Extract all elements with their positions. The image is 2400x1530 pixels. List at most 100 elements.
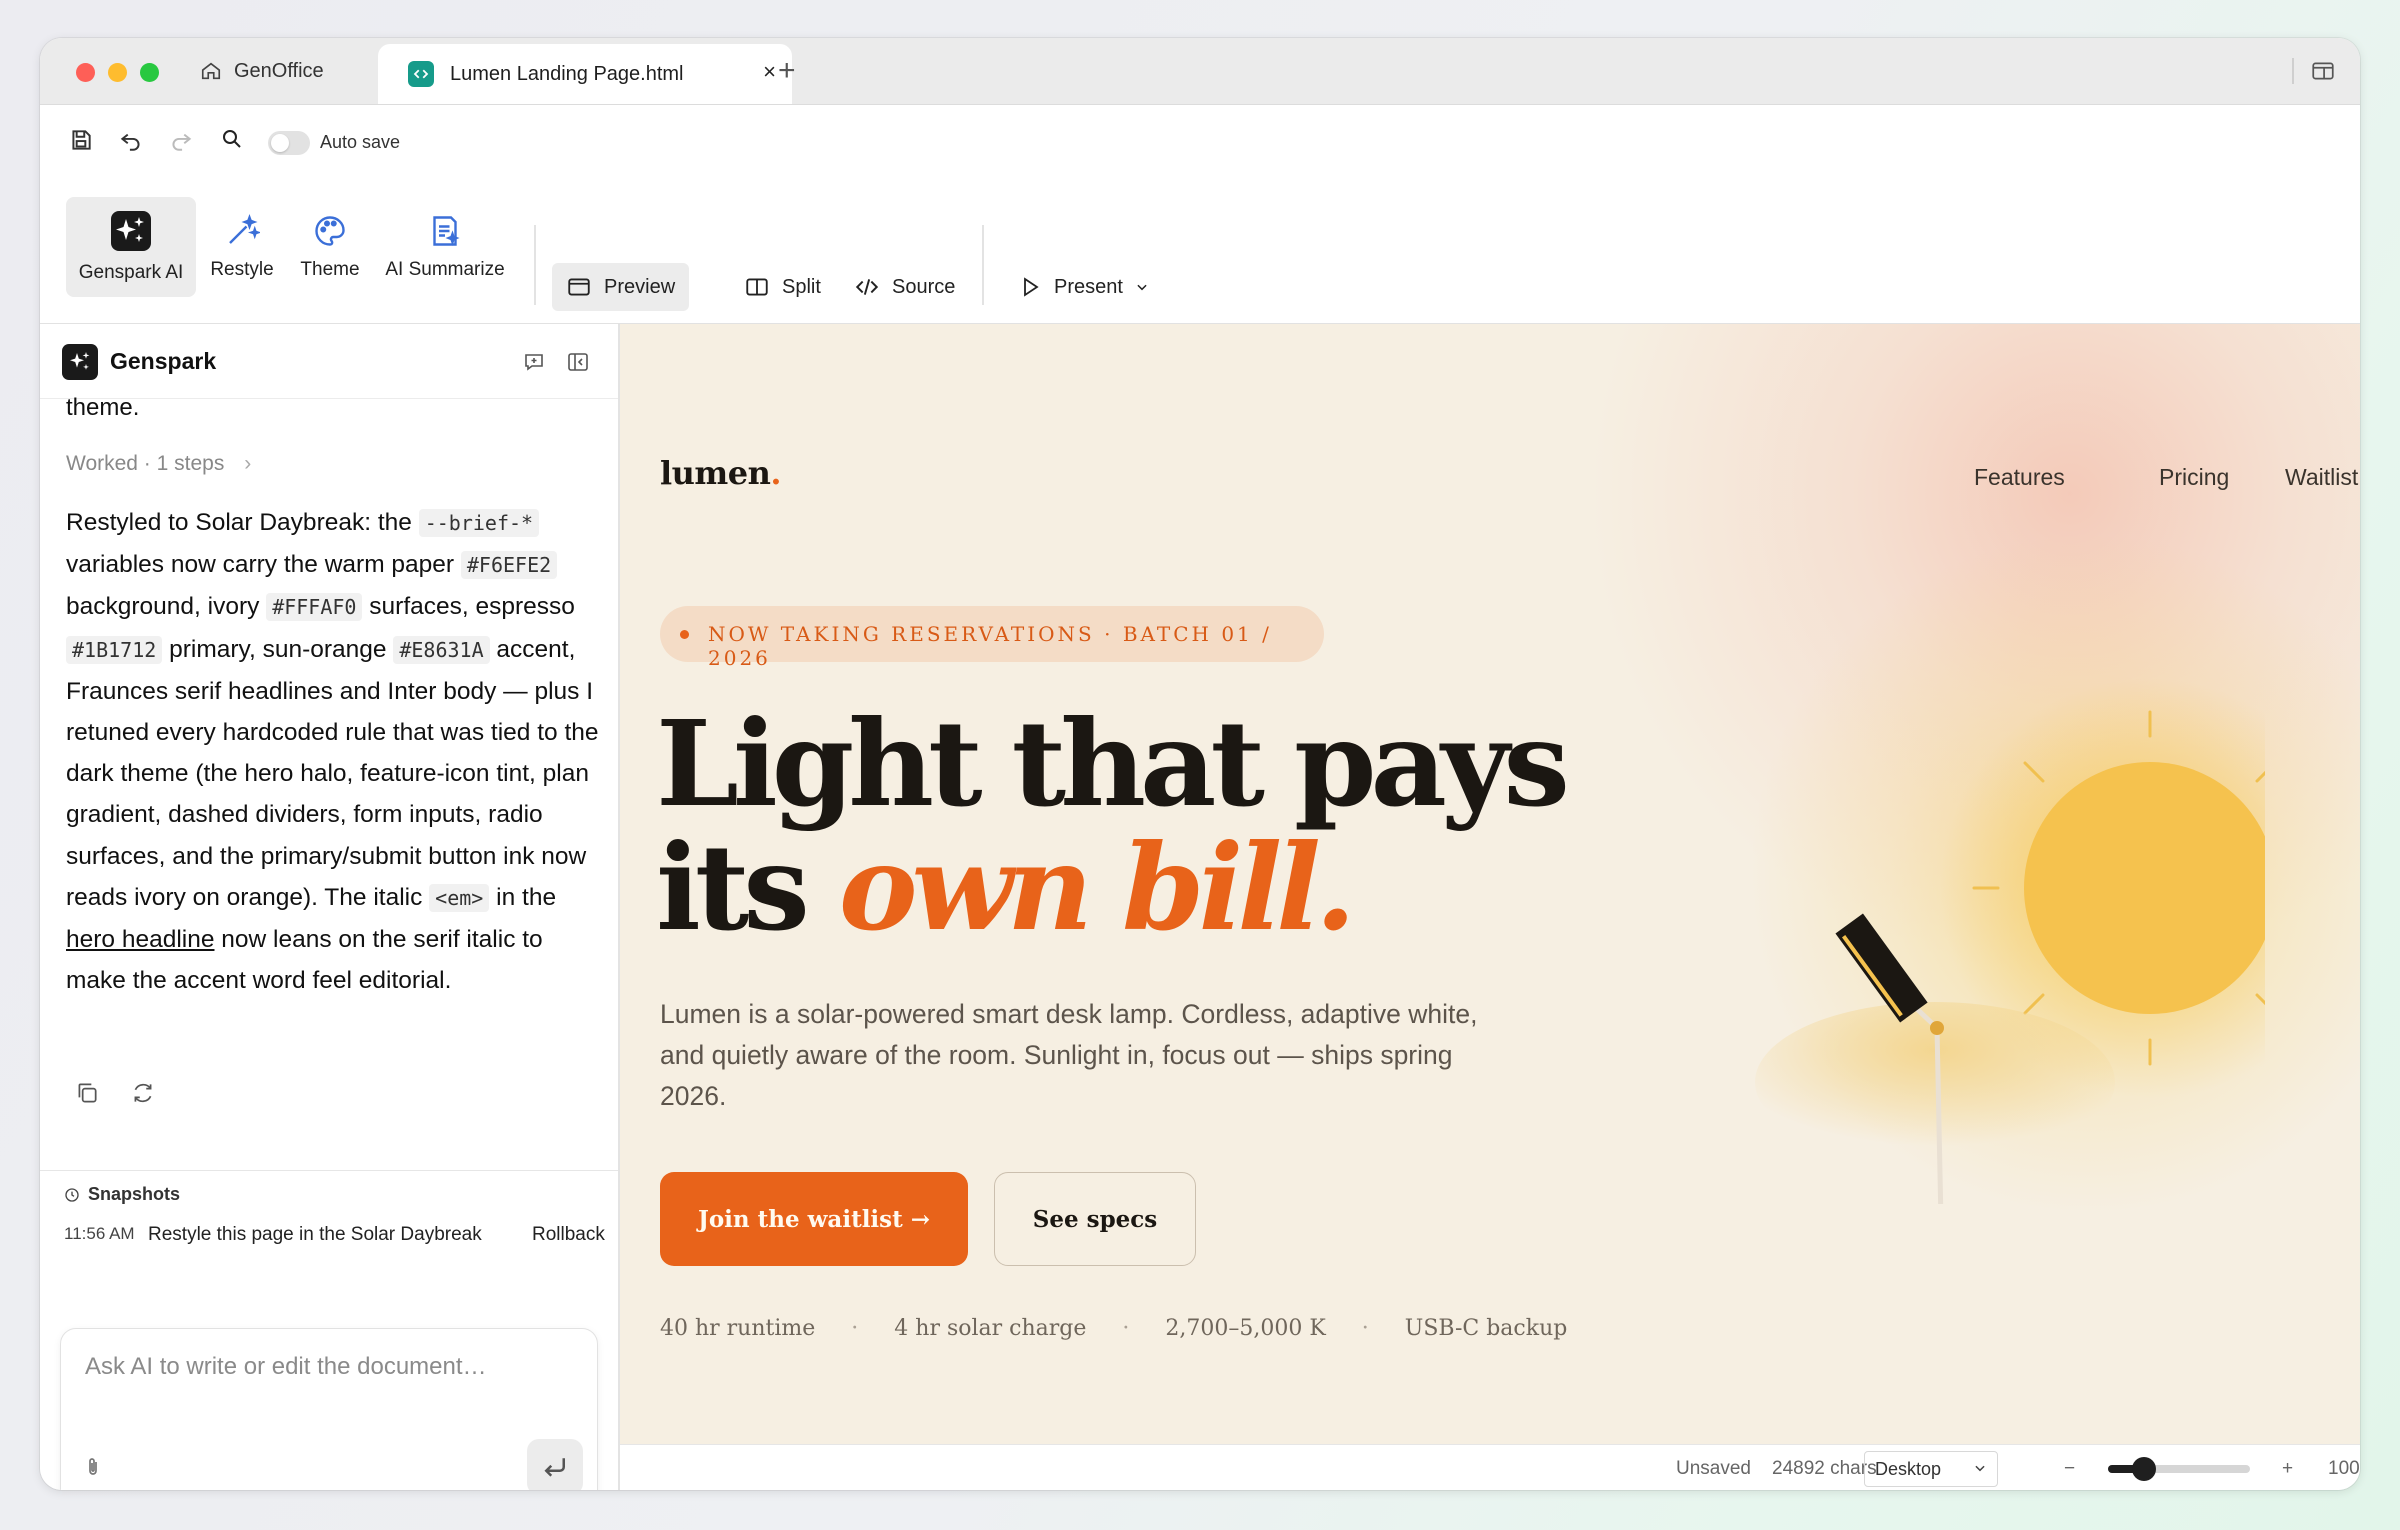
chevron-down-icon (1137, 284, 1147, 291)
copy-icon[interactable] (74, 1080, 100, 1111)
message-link[interactable]: hero headline (66, 926, 214, 953)
save-icon[interactable] (68, 127, 94, 158)
stat-color-temp: 2,700–5,000 K (1165, 1316, 1326, 1341)
home-icon (201, 62, 221, 80)
nav-waitlist[interactable]: Waitlist (2285, 464, 2358, 491)
sidebar-toggle-icon[interactable] (2310, 58, 2336, 89)
tool-label: Restyle (210, 259, 274, 280)
regenerate-icon[interactable] (130, 1080, 156, 1111)
redo-icon[interactable] (168, 127, 194, 158)
divider (534, 225, 536, 305)
genspark-ai-button[interactable]: Genspark AI (66, 197, 196, 297)
inline-code: #E8631A (393, 635, 490, 664)
collapse-panel-icon[interactable] (566, 350, 590, 379)
code-icon (855, 279, 879, 295)
hero-accent: own bill. (838, 818, 1356, 957)
hero-line-1: Light that pays (656, 694, 1570, 833)
rollback-button[interactable]: Rollback (532, 1224, 605, 1246)
divider (40, 1170, 618, 1171)
zoom-in-button[interactable]: + (2282, 1458, 2293, 1480)
autosave-toggle[interactable] (268, 131, 310, 155)
stat-separator: · (1122, 1316, 1130, 1341)
new-tab-button[interactable]: + (778, 38, 796, 104)
message-text: Restyled to Solar Daybreak: the (66, 509, 419, 536)
minimize-window-button[interactable] (108, 63, 127, 82)
snapshots-label: Snapshots (88, 1184, 181, 1204)
tool-label: AI Summarize (385, 259, 505, 280)
message-text: in the (489, 883, 557, 911)
ai-summarize-button[interactable]: AI Summarize (376, 197, 514, 297)
close-window-button[interactable] (76, 63, 95, 82)
restyle-button[interactable]: Restyle (200, 197, 284, 297)
logo-dot: . (770, 454, 782, 492)
tab-genoffice[interactable]: GenOffice (200, 38, 324, 104)
save-state: Unsaved (1676, 1458, 1751, 1479)
undo-icon[interactable] (118, 127, 144, 158)
present-label: Present (1054, 275, 1123, 298)
divider (982, 225, 984, 305)
stat-usb-backup: USB-C backup (1404, 1316, 1568, 1341)
tab-label: Lumen Landing Page.html (450, 62, 684, 85)
stat-runtime: 40 hr runtime (660, 1316, 816, 1341)
chat-panel: Genspark theme. Worked · 1 steps › Resty… (40, 324, 620, 1490)
view-label: Preview (604, 275, 676, 298)
char-count: 24892 chars (1772, 1458, 1877, 1479)
close-tab-icon[interactable]: × (763, 59, 776, 85)
ask-ai-input-box[interactable]: Ask AI to write or edit the document… (60, 1328, 598, 1490)
send-button[interactable] (527, 1439, 583, 1490)
source-view-button[interactable]: Source (840, 263, 969, 311)
status-bar: Unsaved 24892 chars Desktop − + 100% (620, 1444, 2360, 1490)
worked-steps-toggle[interactable]: Worked · 1 steps › (66, 452, 251, 476)
see-specs-button[interactable]: See specs (994, 1172, 1196, 1266)
assistant-message: Restyled to Solar Daybreak: the --brief-… (66, 502, 606, 1001)
message-text: surfaces, espresso (362, 593, 575, 621)
device-select[interactable]: Desktop (1864, 1451, 1998, 1487)
message-actions (74, 1080, 156, 1111)
snapshots-header: Snapshots (64, 1184, 180, 1205)
quick-toolbar: Auto save (40, 105, 2360, 183)
split-view-button[interactable]: Split (730, 263, 835, 311)
tab-bar: GenOffice Lumen Landing Page.html × + (40, 38, 2360, 105)
clock-icon (65, 1187, 79, 1202)
tab-label: GenOffice (234, 59, 324, 82)
preview-view-button[interactable]: Preview (552, 263, 690, 311)
search-icon[interactable] (220, 127, 244, 156)
spec-stats: 40 hr runtime · 4 hr solar charge · 2,70… (660, 1316, 1567, 1341)
palette-icon (315, 216, 345, 246)
html-file-icon (408, 61, 434, 87)
lumen-logo[interactable]: lumen. (660, 454, 782, 492)
sparkle-icon (70, 352, 90, 370)
chat-header: Genspark (40, 324, 618, 399)
stat-solar-charge: 4 hr solar charge (894, 1316, 1087, 1341)
stat-separator: · (851, 1316, 859, 1341)
sparkle-icon (111, 211, 151, 251)
view-label: Split (782, 275, 821, 298)
badge-text: NOW TAKING RESERVATIONS · BATCH 01 / 202… (708, 622, 1272, 670)
present-button[interactable]: Present (1004, 263, 1163, 311)
zoom-out-button[interactable]: − (2064, 1458, 2075, 1480)
snapshot-description: Restyle this page in the Solar Daybreak (148, 1224, 482, 1245)
play-icon (1024, 277, 1039, 297)
chat-title: Genspark (110, 348, 217, 374)
hero-subtitle: Lumen is a solar-powered smart desk lamp… (660, 999, 1478, 1111)
inline-code: #FFFAF0 (266, 593, 363, 622)
nav-pricing[interactable]: Pricing (2159, 464, 2229, 491)
stat-separator: · (1361, 1316, 1369, 1341)
tab-lumen-landing-page[interactable]: Lumen Landing Page.html × (378, 44, 792, 104)
document-preview: lumen. Features Pricing Waitlist NOW TAK… (620, 324, 2360, 1444)
new-chat-icon[interactable] (522, 350, 546, 379)
enter-icon (544, 1458, 565, 1477)
zoom-window-button[interactable] (140, 63, 159, 82)
message-text: background, ivory (66, 593, 267, 621)
hero-line-2: its own bill. (656, 826, 1564, 950)
worked-steps-label: Worked · 1 steps (66, 452, 225, 475)
window-icon (568, 278, 590, 296)
ask-ai-input[interactable]: Ask AI to write or edit the document… (85, 1353, 487, 1381)
zoom-slider-handle[interactable] (2131, 1457, 2156, 1481)
sun-lamp-illustration (1755, 678, 2265, 1204)
theme-button[interactable]: Theme (288, 197, 372, 297)
nav-features[interactable]: Features (1974, 464, 2065, 491)
snapshot-time: 11:56 AM (64, 1224, 135, 1243)
attach-icon[interactable] (81, 1453, 105, 1486)
join-waitlist-button[interactable]: Join the waitlist → (660, 1172, 968, 1266)
